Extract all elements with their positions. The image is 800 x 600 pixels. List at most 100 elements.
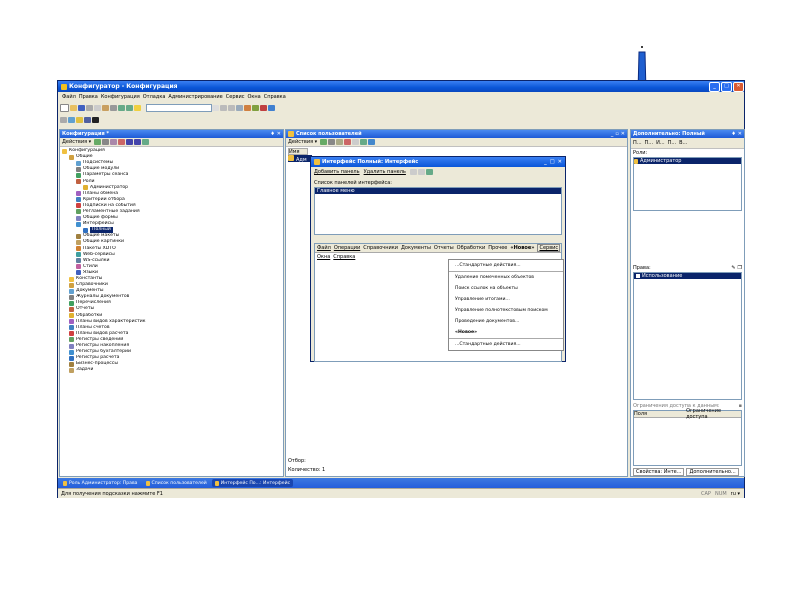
- tab-4[interactable]: П...: [668, 140, 677, 146]
- dropdown-delete-marked[interactable]: Удаление помеченных объектов: [449, 272, 563, 283]
- users-minimize-icon[interactable]: _: [611, 131, 614, 137]
- users-restore-icon[interactable]: ▫: [615, 131, 618, 137]
- preview-menu-operations[interactable]: Операции: [334, 245, 360, 251]
- tab-1[interactable]: П...: [633, 140, 642, 146]
- config-actions-menu[interactable]: Действия ▾: [62, 139, 91, 145]
- user-delete-icon[interactable]: [344, 139, 352, 145]
- find-icon[interactable]: [134, 104, 141, 111]
- dropdown-new[interactable]: «Новое»: [449, 327, 563, 338]
- tools-icon[interactable]: [244, 104, 251, 111]
- copy-item-icon[interactable]: [110, 139, 118, 145]
- right-item[interactable]: Использование: [634, 273, 741, 279]
- dropdown-totals[interactable]: Управление итогами...: [449, 294, 563, 305]
- delete-panel-button[interactable]: Удалить панель: [364, 169, 406, 175]
- tree-item[interactable]: Задачи: [60, 367, 283, 373]
- tab-properties[interactable]: Свойства: Инте...: [633, 468, 685, 476]
- save-icon[interactable]: [78, 104, 85, 111]
- window-icon[interactable]: [236, 104, 243, 111]
- delete-icon[interactable]: [118, 139, 126, 145]
- users-close-icon[interactable]: ✕: [621, 131, 625, 137]
- nav-forward-icon[interactable]: [228, 104, 235, 111]
- tab-additional[interactable]: Дополнительно...: [686, 468, 739, 476]
- run-icon[interactable]: [76, 116, 83, 123]
- task-role-rights[interactable]: Роль Администратор: Права: [60, 479, 141, 487]
- right-close-icon[interactable]: ✕: [738, 131, 742, 137]
- user-filter-icon[interactable]: [352, 139, 360, 145]
- move-up-icon[interactable]: [126, 139, 134, 145]
- menu-windows[interactable]: Окна: [247, 94, 260, 100]
- add-icon[interactable]: [94, 139, 102, 145]
- move-down-icon[interactable]: [134, 139, 142, 145]
- iface-minimize-button[interactable]: _: [544, 159, 547, 165]
- menu-file[interactable]: Файл: [62, 94, 76, 100]
- preview-menu-reports[interactable]: Отчеты: [434, 245, 454, 251]
- role-item[interactable]: Администратор: [634, 158, 741, 164]
- nav-back-icon[interactable]: [220, 104, 227, 111]
- users-icon[interactable]: [252, 104, 259, 111]
- rights-copy-icon[interactable]: ❐: [738, 265, 742, 271]
- new-icon[interactable]: [60, 103, 69, 112]
- search-dropdown-icon[interactable]: [212, 104, 219, 111]
- task-interface[interactable]: Интерфейс По...: Интерфейс: [211, 479, 294, 487]
- dropdown-standard-actions[interactable]: ...Стандартные действия...: [449, 260, 563, 271]
- db-icon[interactable]: [260, 104, 267, 111]
- print-icon[interactable]: [110, 104, 117, 111]
- dropdown-standard-actions-2[interactable]: ...Стандартные действия...: [449, 339, 563, 350]
- iface-close-button[interactable]: ✕: [558, 159, 562, 165]
- copy-icon[interactable]: [94, 104, 101, 111]
- user-copy-icon[interactable]: [328, 139, 336, 145]
- stop-icon[interactable]: [84, 116, 91, 123]
- add-panel-button[interactable]: Добавить панель: [314, 169, 360, 175]
- preview-menu-windows[interactable]: Окна: [317, 254, 330, 260]
- user-add-icon[interactable]: [320, 139, 328, 145]
- user-edit-icon[interactable]: [336, 139, 344, 145]
- user-help-icon[interactable]: [368, 139, 376, 145]
- preview-menu-documents[interactable]: Документы: [401, 245, 431, 251]
- dropdown-fulltext[interactable]: Управление полнотекстовым поиском: [449, 305, 563, 316]
- menu-configuration[interactable]: Конфигурация: [101, 94, 140, 100]
- open-icon[interactable]: [70, 104, 77, 111]
- paste-icon[interactable]: [102, 104, 109, 111]
- maximize-button[interactable]: □: [721, 81, 732, 92]
- sort-icon[interactable]: [142, 139, 150, 145]
- help-icon[interactable]: [268, 104, 275, 111]
- play-icon[interactable]: [92, 116, 99, 123]
- dropdown-post-docs[interactable]: Проведение документов...: [449, 316, 563, 327]
- menu-edit[interactable]: Правка: [79, 94, 98, 100]
- dropdown-find-refs[interactable]: Поиск ссылок на объекты: [449, 283, 563, 294]
- preview-menu-new[interactable]: «Новое»: [510, 245, 534, 251]
- panel-props-icon[interactable]: [425, 169, 433, 175]
- right-checkbox[interactable]: [636, 274, 640, 278]
- redo-icon[interactable]: [126, 104, 133, 111]
- menu-debug[interactable]: Отладка: [143, 94, 166, 100]
- panel-down-icon[interactable]: [417, 169, 425, 175]
- menu-administration[interactable]: Администрирование: [168, 94, 222, 100]
- preview-menu-processing[interactable]: Обработки: [457, 245, 486, 251]
- edit-icon[interactable]: [102, 139, 110, 145]
- close-button[interactable]: ✕: [733, 81, 744, 92]
- users-table-row[interactable]: Адм: [288, 155, 312, 163]
- preview-menu-other[interactable]: Прочее: [488, 245, 507, 251]
- panels-list-item[interactable]: Главное меню: [315, 188, 561, 194]
- tab-2[interactable]: П...: [645, 140, 654, 146]
- panel-up-icon[interactable]: [409, 169, 417, 175]
- debug-icon[interactable]: [60, 116, 67, 123]
- preview-menu-file[interactable]: Файл: [317, 245, 331, 251]
- undo-icon[interactable]: [118, 104, 125, 111]
- search-combo[interactable]: [146, 103, 212, 112]
- pin-icon[interactable]: ♦: [270, 131, 274, 137]
- right-pin-icon[interactable]: ♦: [731, 131, 735, 137]
- panel-close-icon[interactable]: ✕: [277, 131, 281, 137]
- task-users-list[interactable]: Список пользователей: [143, 479, 210, 487]
- module-icon[interactable]: [68, 116, 75, 123]
- user-refresh-icon[interactable]: [360, 139, 368, 145]
- iface-maximize-button[interactable]: □: [550, 159, 555, 165]
- status-lang[interactable]: ru ▾: [731, 491, 740, 497]
- tab-5[interactable]: В...: [679, 140, 687, 146]
- minimize-button[interactable]: _: [709, 81, 720, 92]
- preview-menu-service[interactable]: Сервис: [537, 244, 561, 252]
- tab-3[interactable]: И...: [656, 140, 665, 146]
- menu-service[interactable]: Сервис: [226, 94, 245, 100]
- preview-menu-catalogs[interactable]: Справочники: [363, 245, 398, 251]
- cut-icon[interactable]: [86, 104, 93, 111]
